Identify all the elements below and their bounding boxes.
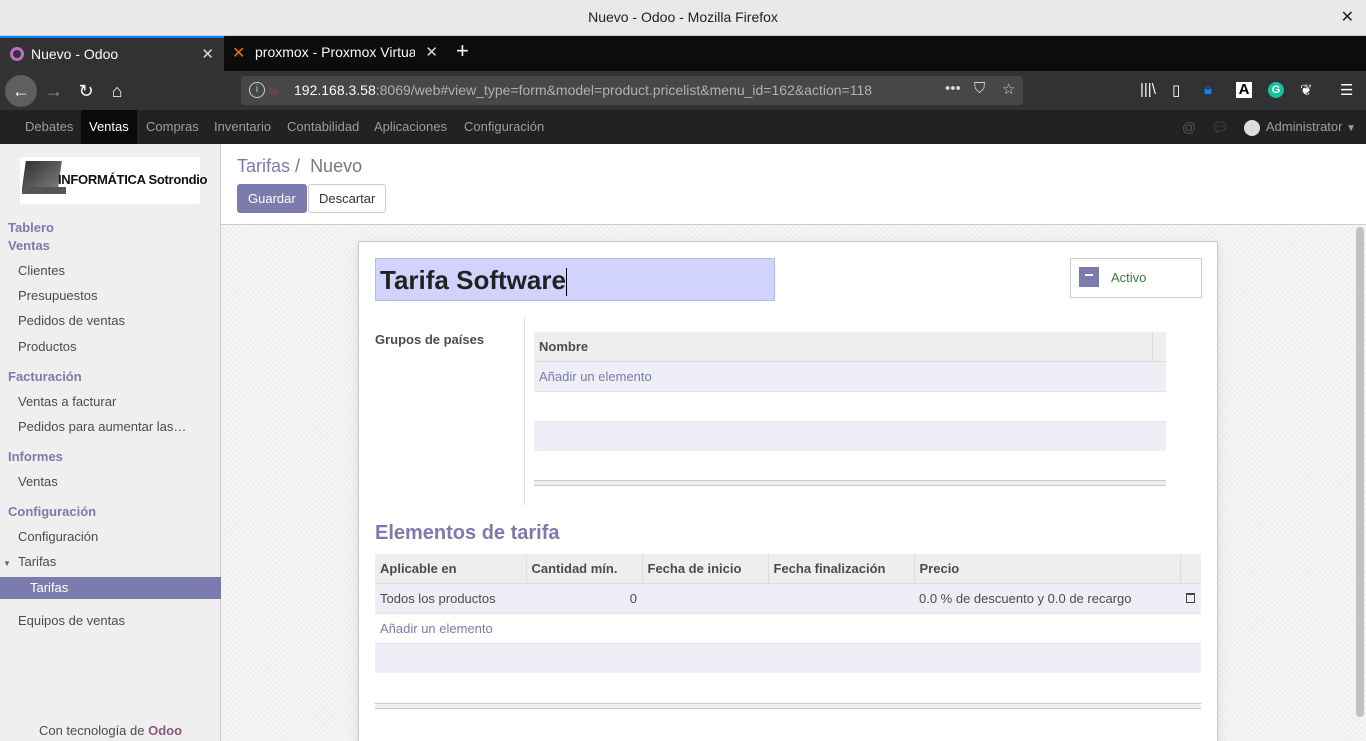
- section-title: Elementos de tarifa: [375, 522, 560, 544]
- sidebar-item-ventas-a-facturar[interactable]: Ventas a facturar: [0, 394, 221, 409]
- powered-by: Con tecnología de Odoo: [38, 723, 183, 738]
- sidebar-header-configuracion[interactable]: Configuración: [0, 504, 221, 519]
- caret-down-icon: ▼: [1346, 123, 1356, 134]
- active-toggle-button[interactable]: Activo: [1070, 258, 1202, 298]
- tab-bar: Nuevo - Odoo ✕ ✕ proxmox - Proxmox Virtu…: [0, 36, 1366, 71]
- company-logo[interactable]: INFORMÁTICA Sotrondio: [20, 157, 208, 204]
- odoo-favicon-icon: [10, 47, 24, 61]
- user-name: Administrator: [1265, 119, 1343, 134]
- page-actions-icon[interactable]: •••: [945, 80, 961, 97]
- breadcrumb-current: Nuevo: [310, 156, 363, 176]
- tab-proxmox[interactable]: ✕ proxmox - Proxmox Virtual ✕: [224, 36, 448, 71]
- tab-label: proxmox - Proxmox Virtual: [255, 44, 415, 60]
- url-text[interactable]: 192.168.3.58:8069/web#view_type=form&mod…: [294, 82, 872, 98]
- url-bar[interactable]: i ⦸ 192.168.3.58:8069/web#view_type=form…: [241, 76, 1023, 105]
- table-row[interactable]: Todos los productos 0 0.0 % de descuento…: [375, 582, 1201, 613]
- sidebar-toggle-icon[interactable]: ▯: [1172, 81, 1180, 99]
- lock-extension-icon[interactable]: 🔒︎: [1204, 81, 1212, 98]
- sidebar-item-pedidos[interactable]: Pedidos de ventas: [0, 313, 221, 328]
- menu-aplicaciones[interactable]: Aplicaciones: [366, 110, 455, 144]
- forward-icon[interactable]: →: [40, 77, 68, 105]
- tab-odoo[interactable]: Nuevo - Odoo ✕: [0, 36, 224, 71]
- window-close-icon[interactable]: ✕: [1341, 7, 1354, 27]
- pricelist-items-table: Aplicable en Cantidad mín. Fecha de inic…: [375, 554, 1201, 673]
- sidebar-item-tarifas[interactable]: ▼ Tarifas: [0, 554, 221, 569]
- odoo-link[interactable]: Odoo: [148, 723, 182, 738]
- save-button[interactable]: Guardar: [237, 184, 307, 213]
- sidebar-header-facturacion[interactable]: Facturación: [0, 369, 221, 384]
- trash-icon[interactable]: [1186, 592, 1195, 603]
- sidebar-header-informes[interactable]: Informes: [0, 449, 221, 464]
- caret-down-icon: ▼: [3, 559, 11, 568]
- sidebar-item-presupuestos[interactable]: Presupuestos: [0, 288, 221, 303]
- avatar: [1243, 119, 1260, 136]
- control-panel: Tarifas / Nuevo Guardar Descartar: [221, 144, 1366, 225]
- sidebar-item-clientes[interactable]: Clientes: [0, 263, 221, 278]
- menu-contabilidad[interactable]: Contabilidad: [279, 110, 367, 144]
- chat-icon[interactable]: 💬︎: [1211, 110, 1229, 144]
- menu-ventas[interactable]: Ventas: [81, 110, 137, 144]
- sidebar-item-tablero[interactable]: Tablero: [0, 220, 221, 235]
- tab-close-icon[interactable]: ✕: [201, 45, 214, 63]
- pricelist-name-input[interactable]: Tarifa Software: [375, 258, 775, 301]
- nav-bar: ← → ↻ ⌂ i ⦸ 192.168.3.58:8069/web#view_t…: [0, 71, 1366, 110]
- library-icon[interactable]: |||\: [1140, 81, 1156, 98]
- country-groups-label: Grupos de países: [375, 332, 485, 347]
- sidebar-item-pedidos-aumentar[interactable]: Pedidos para aumentar las…: [0, 419, 221, 434]
- back-icon[interactable]: ←: [5, 75, 37, 107]
- column-header-fecha-inicio[interactable]: Fecha de inicio: [642, 554, 769, 584]
- user-menu[interactable]: Administrator ▼: [1243, 110, 1356, 144]
- pocket-icon[interactable]: ⛉: [974, 80, 985, 97]
- sidebar: INFORMÁTICA Sotrondio Tablero Ventas Cli…: [0, 144, 221, 741]
- extension-icon[interactable]: ❦: [1300, 81, 1313, 99]
- menu-compras[interactable]: Compras: [138, 110, 207, 144]
- home-icon[interactable]: ⌂: [103, 77, 131, 105]
- column-header-aplicable[interactable]: Aplicable en: [375, 554, 527, 584]
- breadcrumb-tarifas[interactable]: Tarifas: [237, 156, 290, 176]
- column-header-nombre[interactable]: Nombre: [534, 332, 1153, 362]
- discard-button[interactable]: Descartar: [308, 184, 387, 213]
- sidebar-item-equipos[interactable]: Equipos de ventas: [0, 613, 221, 628]
- breadcrumb: Tarifas / Nuevo: [237, 156, 363, 176]
- form-content: Tarifa Software Activo Grupos de países …: [221, 225, 1366, 741]
- menu-inventario[interactable]: Inventario: [206, 110, 279, 144]
- site-info-icon[interactable]: i: [249, 82, 265, 98]
- vertical-scrollbar[interactable]: [1356, 227, 1364, 717]
- add-country-group-link[interactable]: Añadir un elemento: [534, 360, 1166, 391]
- menu-debates[interactable]: Debates: [17, 110, 81, 144]
- sidebar-item-productos[interactable]: Productos: [0, 339, 221, 354]
- archive-icon: [1079, 267, 1099, 287]
- insecure-lock-icon[interactable]: ⦸: [269, 83, 283, 97]
- laptop-icon: [22, 161, 62, 187]
- form-sheet: Tarifa Software Activo Grupos de países …: [358, 241, 1218, 741]
- grammarly-icon[interactable]: G: [1268, 82, 1284, 98]
- bookmark-star-icon[interactable]: ☆: [1002, 80, 1015, 98]
- company-logo-text: INFORMÁTICA Sotrondio: [58, 172, 208, 187]
- country-groups-table: Nombre Añadir un elemento: [534, 332, 1166, 451]
- window-title: Nuevo - Odoo - Mozilla Firefox: [588, 9, 778, 25]
- column-header-fecha-fin[interactable]: Fecha finalización: [768, 554, 915, 584]
- proxmox-favicon-icon: ✕: [232, 45, 246, 62]
- odoo-top-menu: Debates Ventas Compras Inventario Contab…: [0, 110, 1366, 144]
- column-header-cantidad[interactable]: Cantidad mín.: [526, 554, 643, 584]
- sidebar-header-ventas[interactable]: Ventas: [0, 238, 221, 253]
- add-pricelist-item-link[interactable]: Añadir un elemento: [375, 612, 1201, 643]
- new-tab-icon[interactable]: +: [456, 38, 469, 64]
- hamburger-menu-icon[interactable]: ☰: [1340, 81, 1353, 99]
- reload-icon[interactable]: ↻: [72, 77, 100, 105]
- column-header-precio[interactable]: Precio: [914, 554, 1181, 584]
- window-titlebar: Nuevo - Odoo - Mozilla Firefox ✕: [0, 0, 1366, 36]
- tab-label: Nuevo - Odoo: [31, 46, 119, 62]
- sidebar-item-configuracion[interactable]: Configuración: [0, 529, 221, 544]
- tab-close-icon[interactable]: ✕: [425, 43, 438, 61]
- menu-configuracion[interactable]: Configuración: [456, 110, 552, 144]
- sidebar-item-tarifas-active[interactable]: Tarifas: [0, 577, 221, 599]
- font-extension-icon[interactable]: A: [1236, 82, 1252, 98]
- sidebar-item-informes-ventas[interactable]: Ventas: [0, 474, 221, 489]
- mentions-icon[interactable]: @: [1182, 110, 1196, 144]
